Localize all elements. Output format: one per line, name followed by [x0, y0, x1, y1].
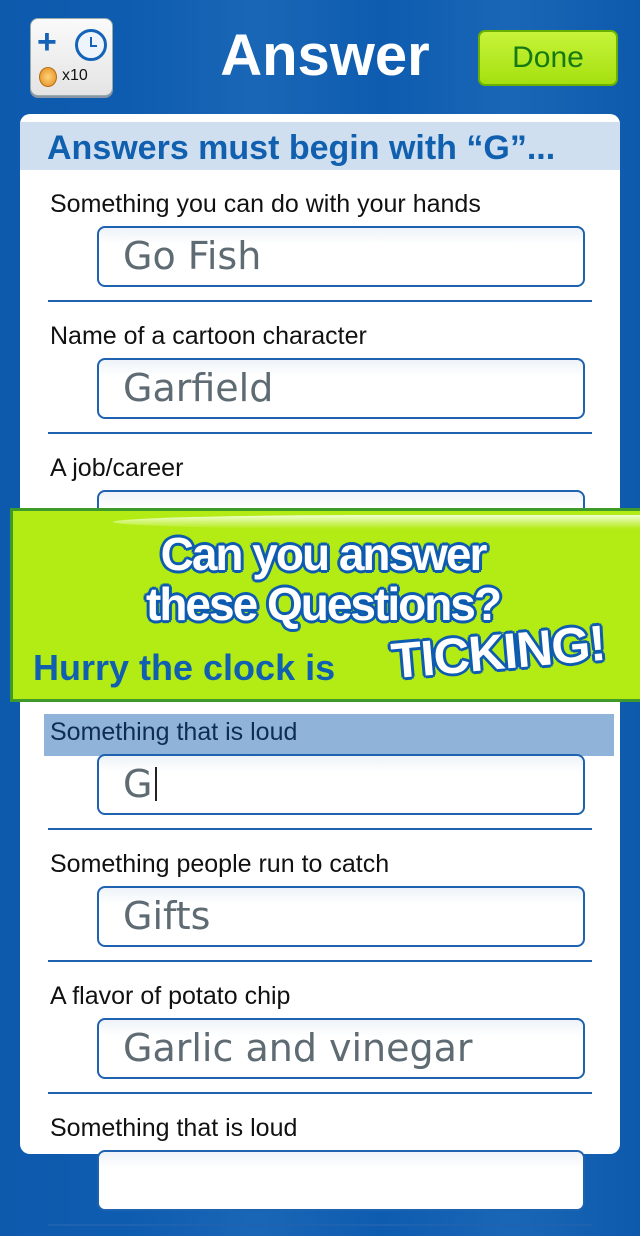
question-label: Something that is loud	[50, 718, 298, 746]
answer-text: Go Fish	[123, 234, 261, 278]
answer-value: Garlic and vinegar	[123, 1026, 473, 1070]
row-divider	[48, 1092, 592, 1094]
question-row: Something people run to catch Gifts	[20, 840, 620, 972]
row-divider	[48, 1224, 592, 1226]
answer-input[interactable]: Garlic and vinegar	[97, 1018, 585, 1079]
question-row: A flavor of potato chip Garlic and vinega…	[20, 972, 620, 1104]
question-label: A flavor of potato chip	[50, 982, 291, 1010]
question-label: Name of a cartoon character	[50, 322, 367, 350]
row-divider	[48, 432, 592, 434]
answer-input[interactable]: Go Fish	[97, 226, 585, 287]
question-label: Something people run to catch	[50, 850, 390, 878]
promo-banner: Can you answer these Questions? Hurry th…	[10, 508, 640, 702]
answer-text: Gifts	[123, 894, 210, 938]
instruction-text: Answers must begin with “G”...	[47, 129, 556, 167]
row-divider	[48, 828, 592, 830]
question-row: Something you can do with your hands Go F…	[20, 180, 620, 312]
question-label: A job/career	[50, 454, 184, 482]
answer-value: Gifts	[123, 894, 211, 938]
answer-input[interactable]: Garfield	[97, 358, 585, 419]
answer-input[interactable]	[97, 1150, 585, 1211]
answer-text: G	[123, 762, 158, 806]
text-caret	[155, 767, 158, 801]
answer-text: Garfield	[123, 366, 273, 410]
question-label: Something that is loud	[50, 1114, 298, 1142]
instruction-band: Answers must begin with “G”...	[20, 122, 620, 170]
answer-text: Garlic and vinegar	[123, 1026, 473, 1070]
question-row: Something that is loud G	[20, 708, 620, 840]
banner-line-3: Hurry the clock is	[33, 647, 336, 688]
answer-input[interactable]: Gifts	[97, 886, 585, 947]
answer-input[interactable]: G	[97, 754, 585, 815]
banner-line-1: Can you answer	[160, 528, 488, 580]
answer-value: Garfield	[123, 366, 274, 410]
row-divider	[48, 300, 592, 302]
answer-value: Go Fish	[123, 234, 262, 278]
done-button[interactable]: Done	[478, 30, 618, 86]
row-divider	[48, 960, 592, 962]
question-row: Name of a cartoon character Garfield	[20, 312, 620, 444]
question-label: Something you can do with your hands	[50, 190, 481, 218]
answer-value: G	[123, 762, 153, 806]
question-row: Something that is loud	[20, 1104, 620, 1236]
